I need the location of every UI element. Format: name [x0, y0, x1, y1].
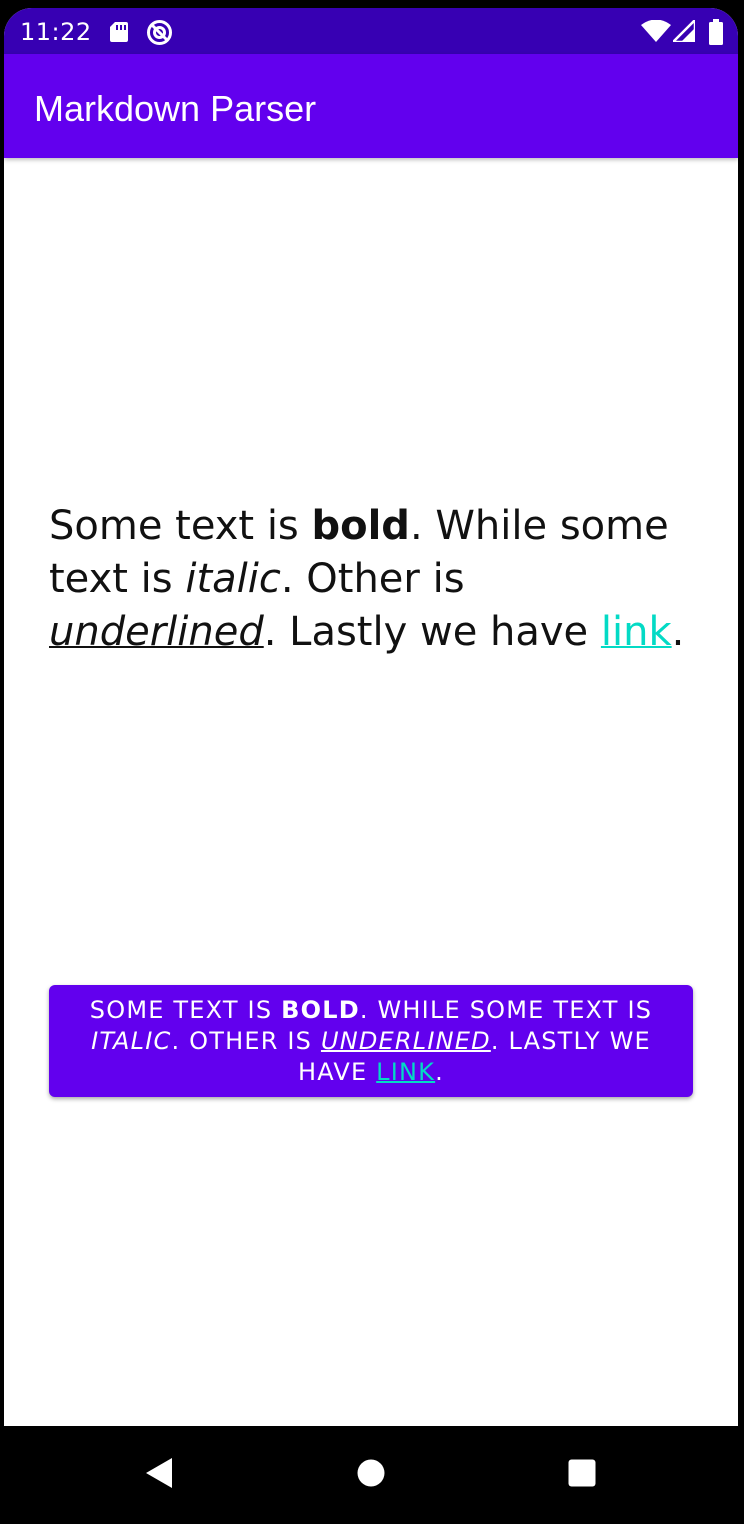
recents-icon[interactable]	[568, 1459, 596, 1487]
device-frame: 11:22 Markdown Parser Some text is bold.…	[0, 0, 744, 1524]
app-title: Markdown Parser	[34, 88, 317, 129]
sync-icon	[147, 20, 172, 45]
bold-text: bold	[311, 503, 410, 549]
underlined-text: underlined	[49, 609, 264, 655]
status-time: 11:22	[20, 18, 92, 46]
signal-icon	[673, 20, 695, 42]
markdown-text: Some text is bold. While some text is it…	[49, 500, 699, 659]
status-bar: 11:22	[4, 8, 738, 54]
button-text-segment: . Other is	[171, 1027, 321, 1055]
button-text-segment: Some text is	[89, 996, 282, 1024]
button-text-segment: . While some text is	[359, 996, 653, 1024]
text-segment: . Lastly we have	[263, 609, 601, 655]
button-text-segment: .	[435, 1058, 444, 1086]
button-bold-text: bold	[281, 996, 360, 1024]
home-icon[interactable]	[357, 1459, 385, 1487]
button-underlined-text: underlined	[320, 1027, 491, 1055]
text-segment: . Other is	[280, 556, 465, 602]
link-text[interactable]: link	[601, 609, 672, 655]
button-italic-text: italic	[91, 1027, 172, 1055]
wifi-icon	[641, 20, 671, 42]
text-segment: Some text is	[49, 503, 312, 549]
italic-text: italic	[185, 556, 281, 602]
markdown-button[interactable]: Some text is bold. While some text is it…	[49, 985, 693, 1097]
text-segment: .	[671, 609, 685, 655]
app-bar: Markdown Parser	[4, 54, 738, 158]
sd-card-icon	[110, 22, 128, 42]
app-screen: 11:22 Markdown Parser Some text is bold.…	[4, 8, 738, 1426]
back-icon[interactable]	[144, 1456, 174, 1490]
battery-icon	[709, 19, 723, 45]
button-link-text[interactable]: link	[376, 1058, 435, 1086]
navigation-bar	[0, 1426, 744, 1524]
